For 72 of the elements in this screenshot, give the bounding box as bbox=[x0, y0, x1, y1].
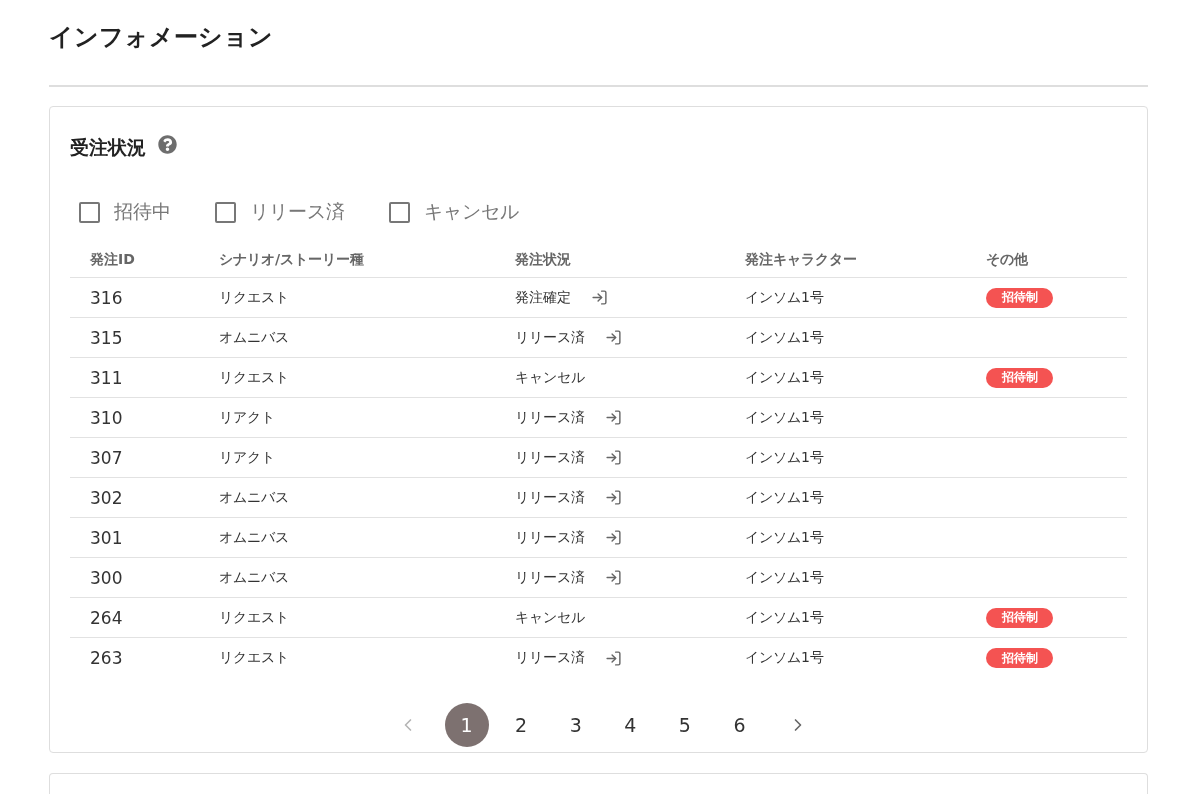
table-cell: キャンセル bbox=[515, 368, 585, 387]
table-cell: インソム1号 bbox=[745, 608, 824, 627]
table-cell: 発注確定 bbox=[515, 288, 571, 307]
table-cell: オムニバス bbox=[219, 568, 289, 587]
login-icon[interactable] bbox=[605, 489, 622, 506]
table-cell-text: 300 bbox=[89, 567, 123, 588]
checkbox[interactable] bbox=[389, 201, 410, 223]
table-cell-text: 315 bbox=[89, 327, 123, 348]
page-number-button[interactable]: 2 bbox=[499, 703, 544, 747]
table-cell: インソム1号 bbox=[745, 288, 824, 307]
table-cell: リクエスト bbox=[219, 649, 289, 667]
login-icon[interactable] bbox=[605, 449, 622, 466]
column-header: 発注ID bbox=[89, 251, 135, 269]
table-cell-text: 311 bbox=[89, 367, 123, 388]
page-number-button[interactable]: 3 bbox=[553, 703, 598, 747]
login-icon[interactable] bbox=[591, 289, 608, 306]
table-cell: オムニバス bbox=[219, 528, 289, 547]
table-cell: リリース済 bbox=[515, 408, 585, 427]
table-cell-text: 264 bbox=[89, 607, 123, 628]
column-header: 発注キャラクター bbox=[745, 251, 857, 269]
table-cell-text: 310 bbox=[89, 407, 123, 428]
login-icon[interactable] bbox=[605, 329, 622, 346]
login-icon[interactable] bbox=[605, 529, 622, 546]
column-header: その他 bbox=[986, 251, 1028, 269]
page-title: インフォメーション bbox=[49, 22, 273, 53]
table-cell: インソム1号 bbox=[745, 408, 824, 427]
table-cell: インソム1号 bbox=[745, 448, 824, 467]
table-cell: リリース済 bbox=[515, 488, 585, 507]
section-title: 受注状況 bbox=[70, 135, 146, 160]
page-number-button[interactable]: 1 bbox=[444, 703, 489, 747]
page-number-button[interactable]: 5 bbox=[662, 703, 707, 747]
table-cell: インソム1号 bbox=[745, 328, 824, 347]
column-header: シナリオ/ストーリー種 bbox=[219, 251, 365, 269]
status-tag: 招待制 bbox=[986, 607, 1053, 628]
table-cell: インソム1号 bbox=[745, 528, 824, 547]
table-cell: リリース済 bbox=[515, 448, 585, 467]
table-cell: キャンセル bbox=[515, 608, 585, 627]
table-cell: インソム1号 bbox=[745, 368, 824, 387]
column-header: 発注状況 bbox=[515, 251, 571, 269]
table-cell: リクエスト bbox=[219, 368, 289, 387]
table-cell: リリース済 bbox=[515, 568, 585, 587]
checkbox-label: リリース済 bbox=[250, 199, 345, 224]
status-tag: 招待制 bbox=[986, 287, 1053, 308]
table-cell-text: 316 bbox=[89, 287, 123, 308]
table-cell-text: 263 bbox=[89, 648, 123, 668]
table-cell: リクエスト bbox=[219, 608, 289, 627]
table-cell: リリース済 bbox=[515, 528, 585, 547]
status-tag: 招待制 bbox=[986, 367, 1053, 388]
page-number-button[interactable]: 6 bbox=[717, 703, 762, 747]
table-cell-text: 301 bbox=[89, 527, 123, 548]
table-cell: インソム1号 bbox=[745, 649, 824, 667]
checkbox-label: 招待中 bbox=[114, 199, 171, 224]
login-icon[interactable] bbox=[605, 569, 622, 586]
table-cell: リクエスト bbox=[219, 288, 289, 307]
table-cell-text: 302 bbox=[89, 487, 123, 508]
login-icon[interactable] bbox=[605, 409, 622, 426]
checkbox[interactable] bbox=[79, 201, 100, 223]
page-number-button[interactable]: 4 bbox=[608, 703, 653, 747]
checkbox-label: キャンセル bbox=[424, 199, 519, 224]
table-cell: リリース済 bbox=[515, 649, 585, 667]
table-cell: リリース済 bbox=[515, 328, 585, 347]
table-cell: オムニバス bbox=[219, 488, 289, 507]
table-cell: リアクト bbox=[219, 408, 275, 427]
table-cell: オムニバス bbox=[219, 328, 289, 347]
checkbox[interactable] bbox=[215, 201, 236, 223]
login-icon[interactable] bbox=[605, 649, 622, 667]
table-cell: インソム1号 bbox=[745, 488, 824, 507]
table-cell-text: 307 bbox=[89, 447, 123, 468]
table-cell: インソム1号 bbox=[745, 568, 824, 587]
table-cell: リアクト bbox=[219, 448, 275, 467]
status-tag: 招待制 bbox=[986, 648, 1053, 668]
help-icon[interactable] bbox=[158, 134, 177, 154]
